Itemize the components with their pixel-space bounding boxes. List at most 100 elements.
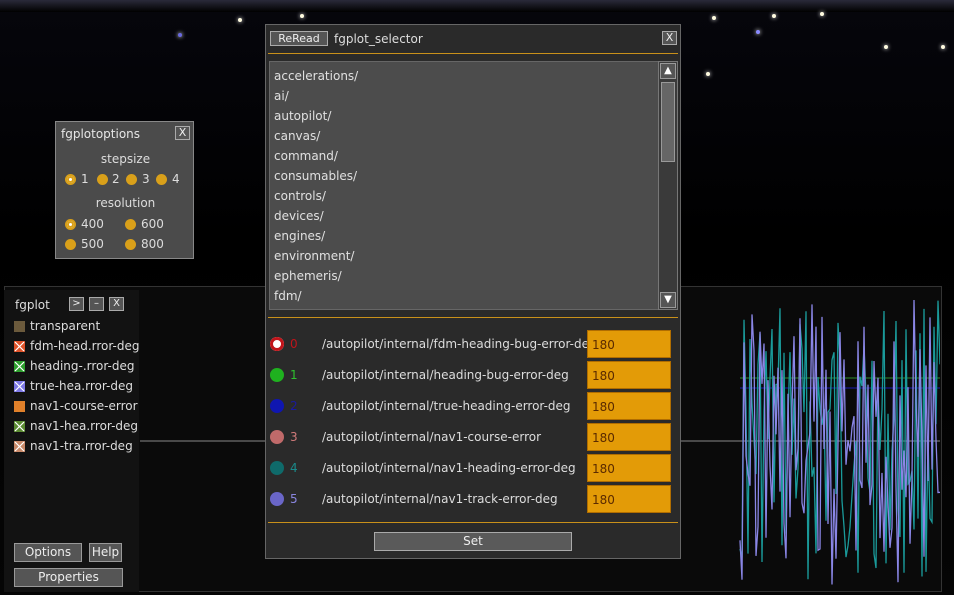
legend-item[interactable]: transparent [14,319,100,333]
set-button[interactable]: Set [374,532,572,551]
runway-light [756,30,760,34]
list-scrollbar[interactable]: ▲ ▼ [658,61,678,310]
property-list-item[interactable]: environment/ [274,249,354,263]
channel-number: 4 [290,461,298,475]
legend-label: heading-.rror-deg [30,359,135,373]
property-list[interactable]: accelerations/ai/autopilot/canvas/comman… [269,61,659,310]
channel-color-dot-icon[interactable] [270,337,284,351]
series-toggle-x-icon[interactable] [14,340,25,352]
fgplot-selector-dialog: ReRead fgplot_selector X accelerations/a… [265,24,681,559]
channel-color-dot-icon[interactable] [270,368,284,382]
channel-property-path[interactable]: /autopilot/internal/fdm-heading-bug-erro… [322,337,587,351]
separator [268,522,678,523]
stepsize-option-label: 1 [81,172,89,186]
resolution-radio-600[interactable] [125,219,136,230]
channel-number: 2 [290,399,298,413]
resolution-label: resolution [95,196,156,210]
options-close-button[interactable]: X [175,126,190,140]
resolution-option-label: 500 [81,237,104,251]
channel-value-input[interactable]: 180 [587,454,671,482]
channel-property-path[interactable]: /autopilot/internal/heading-bug-error-de… [322,368,587,382]
property-list-item[interactable]: command/ [274,149,338,163]
legend-label: nav1-hea.rror-deg [30,419,139,433]
property-list-item[interactable]: consumables/ [274,169,357,183]
property-list-item[interactable]: devices/ [274,209,324,223]
channel-color-dot-icon[interactable] [270,430,284,444]
scroll-thumb[interactable] [661,82,675,162]
channel-value-input[interactable]: 180 [587,361,671,389]
channel-number: 3 [290,430,298,444]
plot-title: fgplot [15,298,50,312]
stepsize-radio-4[interactable] [156,174,167,185]
property-list-item[interactable]: controls/ [274,189,326,203]
series-toggle-x-icon[interactable] [14,440,25,452]
selector-close-button[interactable]: X [662,31,677,45]
series-toggle-x-icon[interactable] [14,420,25,432]
stepsize-option-label: 2 [112,172,120,186]
property-list-item[interactable]: fdm/ [274,289,302,303]
property-list-item[interactable]: ai/ [274,89,289,103]
plot-close-button[interactable]: X [109,297,124,311]
resolution-radio-400[interactable] [65,219,76,230]
legend-item[interactable]: nav1-course-error [14,399,138,413]
property-list-item[interactable]: engines/ [274,229,325,243]
options-dialog-title: fgplotoptions [61,127,141,141]
series-toggle-x-icon[interactable] [14,360,25,372]
plot-channel-row: 1/autopilot/internal/heading-bug-error-d… [266,361,678,389]
stepsize-radio-3[interactable] [126,174,137,185]
separator [268,317,678,318]
runway-light [820,12,824,16]
legend-item[interactable]: nav1-tra.rror-deg [14,439,133,453]
resolution-option-label: 800 [141,237,164,251]
options-button[interactable]: Options [14,543,82,562]
channel-color-dot-icon[interactable] [270,461,284,475]
channel-property-path[interactable]: /autopilot/internal/nav1-course-error [322,430,587,444]
legend-item[interactable]: nav1-hea.rror-deg [14,419,138,433]
series-toggle-x-icon[interactable] [14,380,25,392]
channel-color-dot-icon[interactable] [270,399,284,413]
property-list-item[interactable]: accelerations/ [274,69,358,83]
runway-light [941,45,945,49]
scroll-up-arrow-icon[interactable]: ▲ [660,63,676,79]
plot-minimize-button[interactable]: – [89,297,104,311]
property-list-item[interactable]: ephemeris/ [274,269,342,283]
legend-label: fdm-head.rror-deg [30,339,140,353]
runway-light [772,14,776,18]
plot-next-button[interactable]: > [69,297,84,311]
channel-property-path[interactable]: /autopilot/internal/nav1-track-error-deg [322,492,587,506]
legend-item[interactable]: fdm-head.rror-deg [14,339,139,353]
separator [268,53,678,54]
channel-value-input[interactable]: 180 [587,485,671,513]
resolution-radio-500[interactable] [65,239,76,250]
help-button[interactable]: Help [89,543,122,562]
runway-light [712,16,716,20]
channel-property-path[interactable]: /autopilot/internal/nav1-heading-error-d… [322,461,587,475]
legend-label: transparent [30,319,101,333]
stepsize-option-label: 3 [142,172,150,186]
resolution-radio-800[interactable] [125,239,136,250]
channel-value-input[interactable]: 180 [587,423,671,451]
scroll-down-arrow-icon[interactable]: ▼ [660,292,676,308]
stepsize-radio-1[interactable] [65,174,76,185]
stepsize-option-label: 4 [172,172,180,186]
channel-color-dot-icon[interactable] [270,492,284,506]
properties-button[interactable]: Properties [14,568,123,587]
property-list-item[interactable]: canvas/ [274,129,320,143]
property-list-item[interactable]: autopilot/ [274,109,331,123]
stepsize-radio-2[interactable] [97,174,108,185]
plot-channel-row: 4/autopilot/internal/nav1-heading-error-… [266,454,678,482]
resolution-option-label: 600 [141,217,164,231]
series-color-box-icon[interactable] [14,400,25,412]
channel-property-path[interactable]: /autopilot/internal/true-heading-error-d… [322,399,587,413]
reread-button[interactable]: ReRead [270,31,328,46]
channel-value-input[interactable]: 180 [587,392,671,420]
legend-label: nav1-tra.rror-deg [30,439,133,453]
plot-channel-row: 5/autopilot/internal/nav1-track-error-de… [266,485,678,513]
series-color-box-icon[interactable] [14,320,25,332]
channel-value-input[interactable]: 180 [587,330,671,358]
plot-channel-row: 3/autopilot/internal/nav1-course-error 18… [266,423,678,451]
legend-item[interactable]: true-hea.rror-deg [14,379,133,393]
runway-light [884,45,888,49]
runway-light [238,18,242,22]
legend-item[interactable]: heading-.rror-deg [14,359,135,373]
